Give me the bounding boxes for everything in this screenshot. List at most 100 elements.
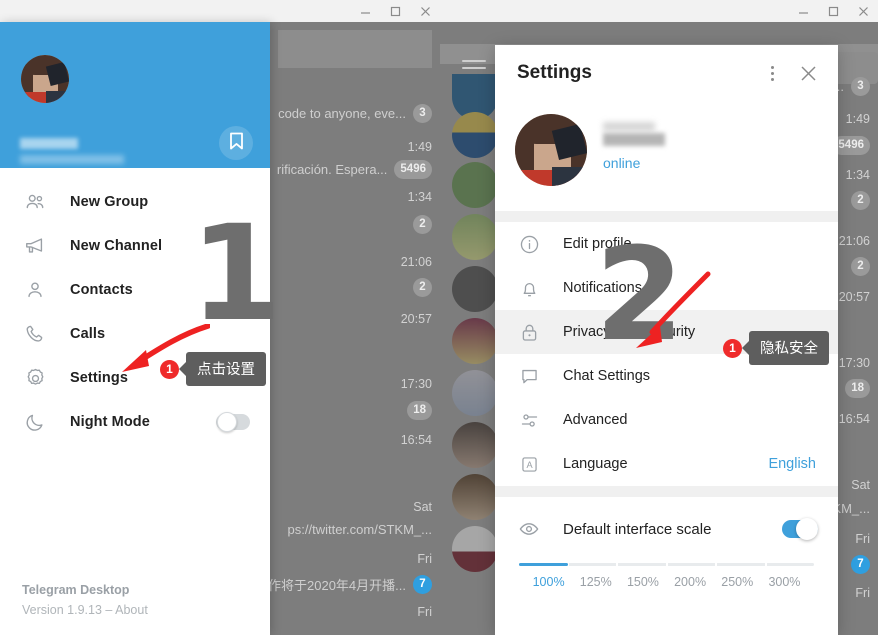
- avatar[interactable]: [452, 318, 498, 364]
- menu-item-label: New Channel: [70, 238, 163, 254]
- menu-item-contacts[interactable]: Contacts: [0, 268, 270, 312]
- avatar[interactable]: [452, 162, 498, 208]
- titlebar-right: [440, 0, 878, 22]
- maximize-icon[interactable]: [380, 0, 410, 22]
- menu-item-new-group[interactable]: New Group: [0, 180, 270, 224]
- chat-time: Sat: [851, 478, 870, 492]
- scale-option-250[interactable]: 250%: [714, 575, 761, 589]
- more-vertical-icon[interactable]: [756, 57, 788, 89]
- avatar[interactable]: [452, 422, 498, 468]
- night-mode-toggle[interactable]: [216, 412, 250, 432]
- avatar[interactable]: [452, 370, 498, 416]
- scale-option-200[interactable]: 200%: [667, 575, 714, 589]
- close-icon[interactable]: [792, 57, 824, 89]
- app-name: Telegram Desktop: [22, 583, 130, 597]
- app-version[interactable]: Version 1.9.13 – About: [22, 603, 148, 617]
- minimize-icon[interactable]: [350, 0, 380, 22]
- minimize-icon[interactable]: [788, 0, 818, 22]
- callout-tooltip: 点击设置: [186, 352, 266, 386]
- chat-time: Fri: [417, 605, 432, 619]
- avatar[interactable]: [452, 266, 498, 312]
- interface-scale-block: Default interface scale 100% 125% 150% 2…: [495, 497, 838, 589]
- chat-time: 21:06: [838, 234, 870, 248]
- unread-badge: 7: [413, 575, 432, 594]
- unread-badge: 2: [851, 257, 870, 276]
- chat-icon: [516, 363, 542, 389]
- app-footer: Telegram Desktop Version 1.9.13 – About: [22, 583, 148, 617]
- menu-item-label: Calls: [70, 326, 106, 342]
- avatar[interactable]: [21, 55, 69, 103]
- svg-text:A: A: [526, 460, 533, 470]
- megaphone-icon: [22, 233, 48, 259]
- list-item[interactable]: 2: [413, 214, 432, 234]
- list-item[interactable]: 5496: [832, 135, 870, 155]
- list-item[interactable]: 18: [845, 378, 870, 398]
- telegram-window-left: code to anyone, eve... 3 1:49 rificación…: [0, 0, 440, 635]
- scale-option-125[interactable]: 125%: [572, 575, 619, 589]
- interface-scale-row: Default interface scale: [495, 509, 838, 549]
- group-icon: [22, 189, 48, 215]
- list-item[interactable]: 2: [851, 190, 870, 210]
- list-item[interactable]: rificación. Espera... 5496: [277, 160, 432, 179]
- callout-right: 1 隐私安全: [723, 331, 829, 365]
- slider-fill: [519, 563, 568, 566]
- settings-item-edit-profile[interactable]: Edit profile: [495, 222, 838, 266]
- unread-badge: 2: [413, 215, 432, 234]
- list-item[interactable]: 2: [413, 277, 432, 297]
- avatar[interactable]: [452, 474, 498, 520]
- settings-item-notifications[interactable]: Notifications: [495, 266, 838, 310]
- lock-icon: [516, 319, 542, 345]
- list-item[interactable]: code to anyone, eve... 3: [278, 104, 432, 123]
- list-item[interactable]: ps://twitter.com/STKM_...: [288, 522, 432, 537]
- status-badge: online: [603, 155, 641, 171]
- menu-item-calls[interactable]: Calls: [0, 312, 270, 356]
- chat-time: 17:30: [400, 377, 432, 391]
- menu-item-night-mode[interactable]: Night Mode: [0, 400, 270, 444]
- saved-messages-button[interactable]: [219, 126, 253, 160]
- list-item[interactable]: 18: [407, 400, 432, 420]
- avatar[interactable]: [452, 112, 498, 158]
- chat-snippet: KM_...: [832, 501, 870, 516]
- chat-time: 17:30: [838, 356, 870, 370]
- list-item[interactable]: KM_...: [832, 501, 870, 516]
- settings-item-value[interactable]: English: [768, 456, 816, 472]
- interface-scale-slider[interactable]: 100% 125% 150% 200% 250% 300%: [495, 549, 838, 589]
- menu-item-label: Settings: [70, 370, 128, 386]
- scale-option-150[interactable]: 150%: [619, 575, 666, 589]
- scale-option-300[interactable]: 300%: [761, 575, 808, 589]
- chat-time: Fri: [855, 532, 870, 546]
- divider: [495, 486, 838, 497]
- account-name-redacted: [20, 138, 78, 149]
- settings-item-advanced[interactable]: Advanced: [495, 398, 838, 442]
- avatar[interactable]: [452, 214, 498, 260]
- close-icon[interactable]: [848, 0, 878, 22]
- settings-item-label: Notifications: [563, 280, 642, 296]
- settings-item-label: Edit profile: [563, 236, 632, 252]
- menu-item-new-channel[interactable]: New Channel: [0, 224, 270, 268]
- chat-time: 20:57: [838, 290, 870, 304]
- list-item[interactable]: 2: [851, 256, 870, 276]
- eye-icon: [516, 518, 542, 540]
- settings-item-language[interactable]: A Language English: [495, 442, 838, 486]
- chat-snippet: code to anyone, eve...: [278, 106, 406, 121]
- list-item[interactable]: 7: [851, 554, 870, 574]
- close-icon[interactable]: [410, 0, 440, 22]
- settings-item-label: Language: [563, 456, 628, 472]
- maximize-icon[interactable]: [818, 0, 848, 22]
- search-field-ghost: [278, 30, 432, 68]
- unread-badge: 3: [851, 77, 870, 96]
- scale-option-100[interactable]: 100%: [525, 575, 572, 589]
- sliders-icon: [516, 407, 542, 433]
- unread-badge: 3: [413, 104, 432, 123]
- avatar[interactable]: [452, 526, 498, 572]
- chat-snippet: rificación. Espera...: [276, 162, 388, 177]
- list-item[interactable]: 作将于2020年4月开播... 7: [268, 575, 432, 594]
- menu-item-label: Night Mode: [70, 414, 150, 430]
- main-menu-panel: New Group New Channel Contacts Calls Set…: [0, 22, 270, 635]
- unread-badge: 18: [845, 379, 870, 398]
- interface-scale-toggle[interactable]: [782, 518, 818, 540]
- avatar[interactable]: [515, 114, 587, 186]
- scale-tick-labels: 100% 125% 150% 200% 250% 300%: [519, 575, 814, 589]
- settings-item-label: Chat Settings: [563, 368, 651, 384]
- chat-time: 1:49: [407, 140, 432, 154]
